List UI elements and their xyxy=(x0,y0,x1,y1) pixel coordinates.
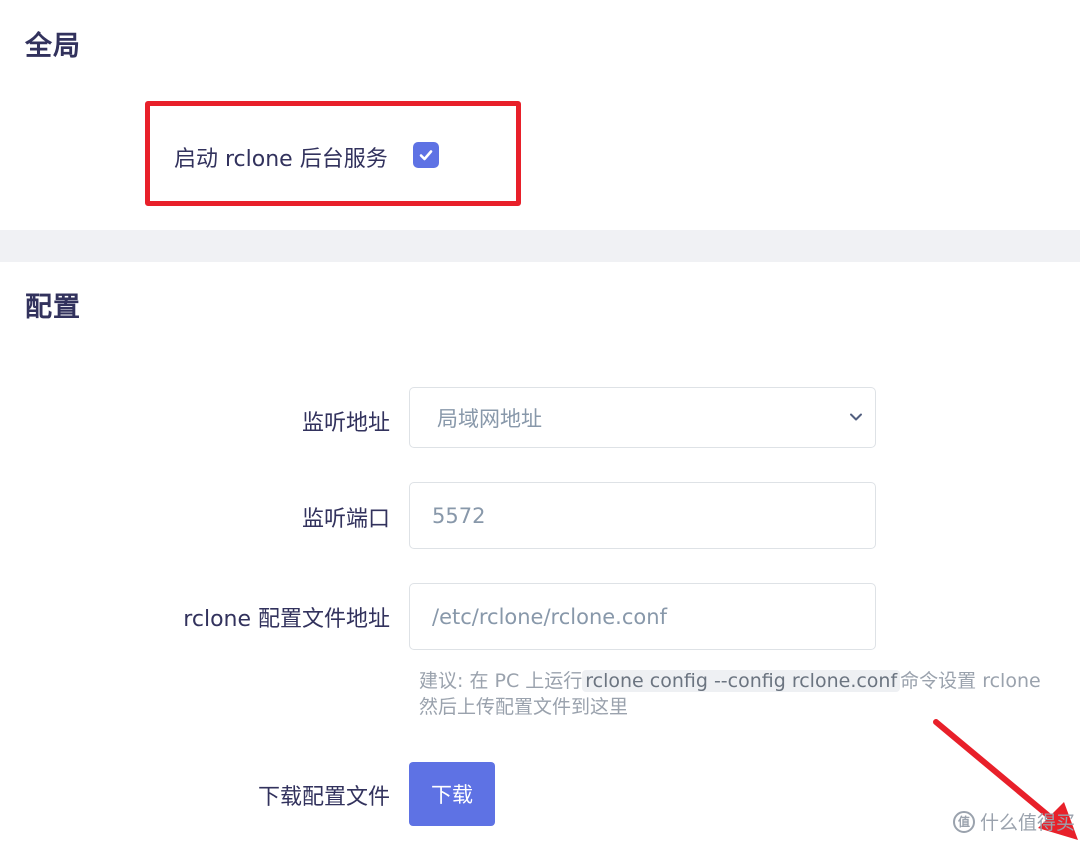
hint-prefix: 建议: 在 PC 上运行 xyxy=(419,670,583,692)
listen-address-label: 监听地址 xyxy=(301,411,390,436)
chevron-down-icon xyxy=(850,413,862,421)
listen-address-select[interactable]: 局域网地址 xyxy=(409,387,876,448)
watermark-logo: 值 xyxy=(953,810,975,833)
hint-suffix: 命令设置 rclone xyxy=(900,670,1041,692)
check-icon xyxy=(419,150,433,161)
download-button[interactable]: 下载 xyxy=(409,762,495,826)
download-config-label: 下载配置文件 xyxy=(257,785,390,810)
config-path-input[interactable]: /etc/rclone/rclone.conf xyxy=(409,583,876,650)
config-path-value: /etc/rclone/rclone.conf xyxy=(432,604,667,629)
listen-port-value: 5572 xyxy=(432,503,486,528)
watermark: 值 什么值得买 xyxy=(953,808,1075,835)
watermark-text: 什么值得买 xyxy=(980,812,1076,834)
listen-address-value: 局域网地址 xyxy=(437,406,542,431)
config-path-label: rclone 配置文件地址 xyxy=(183,607,390,632)
listen-port-input[interactable]: 5572 xyxy=(409,482,876,549)
listen-port-label: 监听端口 xyxy=(301,507,390,532)
section-title-global: 全局 xyxy=(25,31,81,62)
section-title-config: 配置 xyxy=(25,292,81,323)
enable-service-label: 启动 rclone 后台服务 xyxy=(174,147,388,172)
hint-command: rclone config --config rclone.conf xyxy=(582,670,901,692)
section-divider xyxy=(0,230,1080,262)
enable-service-checkbox[interactable] xyxy=(413,142,439,168)
